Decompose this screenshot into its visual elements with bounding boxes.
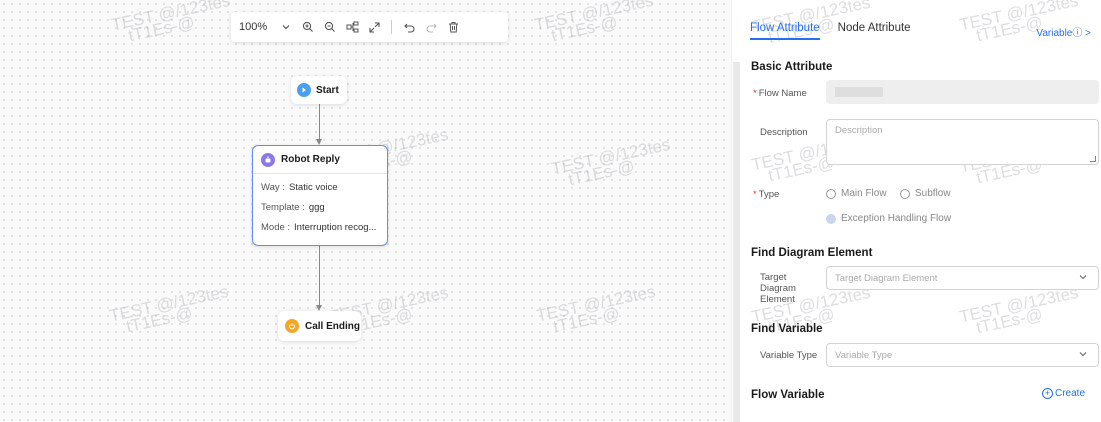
panel-tabs: Flow Attribute Node Attribute <box>750 22 929 40</box>
resize-handle-icon[interactable] <box>1090 156 1096 162</box>
canvas-toolbar: 100% <box>231 12 508 42</box>
tab-flow-attribute[interactable]: Flow Attribute <box>750 22 820 40</box>
watermark: TEST @/123tes tT1Es-@ <box>532 0 655 49</box>
target-diagram-element-select[interactable]: Target Diagram Element <box>826 266 1099 290</box>
flow-canvas[interactable]: TEST @/123tes tT1Es-@ TEST @/123tes tT1E… <box>0 0 732 422</box>
watermark: TEST @/123tes tT1Es-@ <box>534 281 657 340</box>
find-diagram-element-title: Find Diagram Element <box>751 247 873 259</box>
description-placeholder: Description <box>835 125 883 136</box>
target-diagram-element-label: Target Diagram Element <box>760 272 796 305</box>
edge-reply-end <box>319 246 320 305</box>
flow-name-value <box>835 87 883 97</box>
find-variable-title: Find Variable <box>751 323 823 335</box>
call-ending-node[interactable]: Call Ending <box>278 311 361 341</box>
robot-reply-node[interactable]: Robot Reply Way : Static voice Template … <box>252 145 388 246</box>
radio-exception-flow[interactable]: Exception Handling Flow <box>826 213 951 224</box>
reply-row-value: Interruption recog... <box>294 221 377 233</box>
panel-scrollbar[interactable] <box>733 62 740 422</box>
app-root: TEST @/123tes tT1Es-@ TEST @/123tes tT1E… <box>0 0 1101 422</box>
flow-name-label-text: Flow Name <box>758 88 807 99</box>
reply-row-key: Way : <box>261 181 285 193</box>
chevron-down-icon[interactable] <box>275 16 297 38</box>
toolbar-divider <box>391 20 392 34</box>
radio-subflow-label: Subflow <box>915 188 951 199</box>
variable-type-select[interactable]: Variable Type <box>826 343 1099 367</box>
create-label: Create <box>1055 388 1086 399</box>
type-label: * Type <box>753 189 780 200</box>
play-icon <box>297 83 311 97</box>
radio-circle-icon <box>826 213 836 224</box>
call-ending-label: Call Ending <box>305 320 360 332</box>
robot-reply-title: Robot Reply <box>281 154 340 165</box>
layout-icon[interactable] <box>341 16 363 38</box>
power-icon <box>285 319 299 333</box>
radio-subflow[interactable]: Subflow <box>900 188 951 199</box>
reply-row-value: Static voice <box>288 181 338 193</box>
zoom-in-icon[interactable] <box>297 16 319 38</box>
reply-row-mode: Mode : Interruption recog... <box>253 217 387 237</box>
radio-circle-icon <box>900 188 910 199</box>
flow-name-label: * Flow Name <box>753 88 807 99</box>
redo-icon[interactable] <box>420 16 442 38</box>
reply-row-key: Mode : <box>261 221 291 233</box>
watermark: TEST @/123tes tT1Es-@ <box>107 281 230 340</box>
chevron-down-icon <box>1078 272 1088 284</box>
undo-icon[interactable] <box>398 16 420 38</box>
type-label-text: Type <box>758 189 780 200</box>
tab-node-attribute[interactable]: Node Attribute <box>838 22 911 40</box>
robot-icon <box>261 152 275 167</box>
delete-icon[interactable] <box>442 16 464 38</box>
edge-start-reply <box>319 104 320 139</box>
watermark: TEST @/123tes tT1Es-@ <box>549 134 672 193</box>
robot-reply-header: Robot Reply <box>253 146 387 174</box>
flow-variable-title: Flow Variable <box>751 389 825 401</box>
radio-circle-icon <box>826 188 836 199</box>
start-node-label: Start <box>316 84 339 96</box>
reply-row-way: Way : Static voice <box>253 177 387 197</box>
reply-row-value: ggg <box>308 201 325 213</box>
description-label: Description <box>760 127 808 138</box>
variable-type-label: Variable Type <box>760 350 818 361</box>
basic-attribute-title: Basic Attribute <box>751 61 833 73</box>
zoom-level[interactable]: 100% <box>239 21 275 33</box>
radio-exception-flow-label: Exception Handling Flow <box>841 213 952 224</box>
reply-row-template: Template : ggg <box>253 197 387 217</box>
plus-icon: + <box>1042 388 1053 399</box>
create-variable-button[interactable]: + Create <box>1042 388 1085 399</box>
zoom-out-icon[interactable] <box>319 16 341 38</box>
radio-main-flow[interactable]: Main Flow <box>826 188 887 199</box>
fullscreen-icon[interactable] <box>363 16 385 38</box>
chevron-down-icon <box>1078 349 1088 361</box>
variable-type-placeholder: Variable Type <box>835 349 893 361</box>
target-placeholder: Target Diagram Element <box>835 272 938 284</box>
variable-link[interactable]: Variableⓘ > <box>1036 24 1091 39</box>
start-node[interactable]: Start <box>291 76 347 104</box>
radio-main-flow-label: Main Flow <box>841 188 887 199</box>
flow-name-field[interactable] <box>826 80 1099 104</box>
watermark: TEST @/123tes tT1Es-@ <box>109 0 232 49</box>
description-field[interactable]: Description <box>826 119 1099 165</box>
reply-row-key: Template : <box>261 201 305 213</box>
